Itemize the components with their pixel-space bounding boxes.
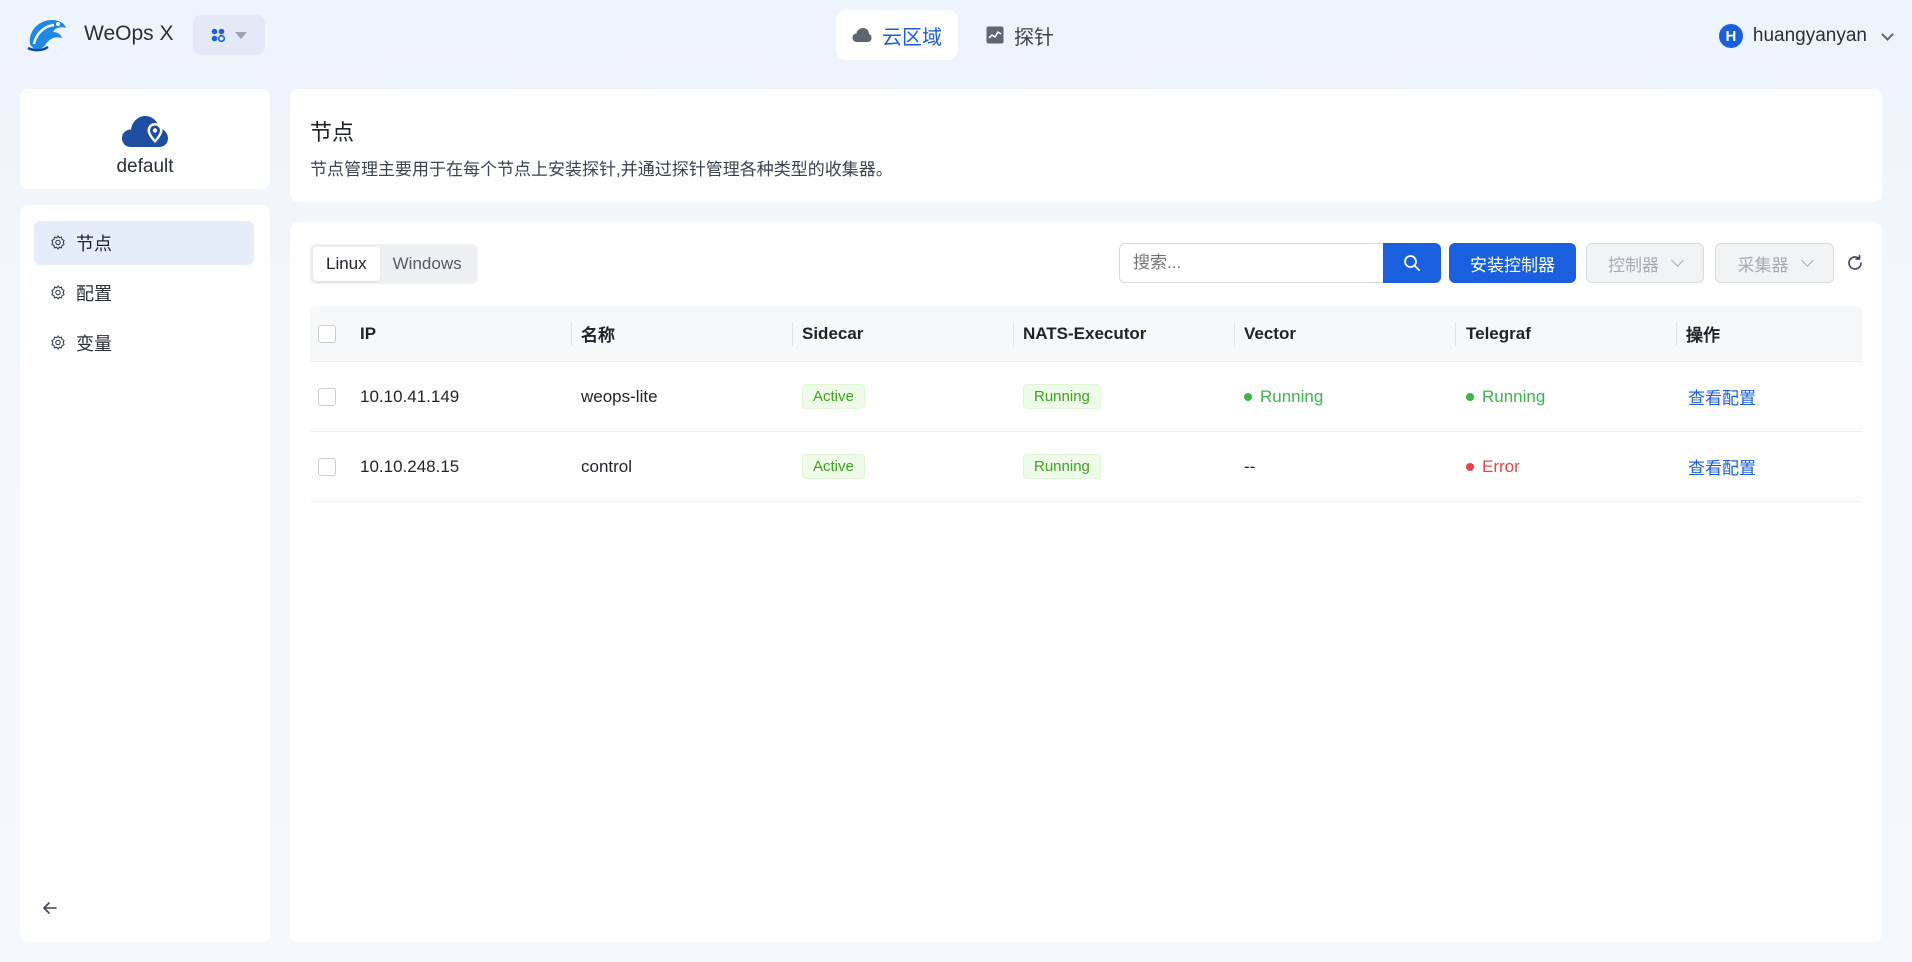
page-title: 节点: [310, 120, 355, 145]
collector-dropdown-label: 采集器: [1737, 255, 1789, 275]
page-description: 节点管理主要用于在每个节点上安装探针,并通过探针管理各种类型的收集器。: [310, 160, 893, 179]
nodes-panel: Linux Windows 安装控制器 控制器 采集器 IP 名称 Sideca…: [290, 222, 1882, 942]
cell-name: weops-lite: [581, 386, 658, 406]
page-header: 节点 节点管理主要用于在每个节点上安装探针,并通过探针管理各种类型的收集器。: [290, 89, 1882, 202]
status-badge: Active: [802, 454, 865, 479]
top-nav: 云区域 探针: [836, 10, 1070, 60]
nav-cloud-region[interactable]: 云区域: [836, 10, 958, 60]
status-text: Running: [1482, 386, 1546, 406]
app-switcher-button[interactable]: [193, 15, 265, 55]
app-title: WeOps X: [84, 22, 174, 45]
install-controller-button[interactable]: 安装控制器: [1449, 243, 1576, 283]
column-header-nats-executor[interactable]: NATS-Executor: [1023, 306, 1146, 361]
avatar: H: [1718, 24, 1743, 48]
cell-ip: 10.10.41.149: [360, 386, 460, 406]
column-header-telegraf[interactable]: Telegraf: [1466, 306, 1531, 361]
status-text: Running: [1260, 386, 1324, 406]
cloud-region-card: default: [20, 89, 270, 189]
cell-sidecar: Active: [802, 362, 865, 431]
status-badge: Running: [1023, 454, 1101, 479]
view-config-link[interactable]: 查看配置: [1688, 362, 1756, 431]
sidebar-item-label: 配置: [76, 284, 112, 304]
cell-ip: 10.10.248.15: [360, 456, 460, 476]
cloud-icon: [852, 28, 872, 42]
select-all-checkbox[interactable]: [318, 306, 336, 361]
status-dot: [1244, 392, 1252, 401]
controller-dropdown[interactable]: 控制器: [1586, 243, 1704, 283]
cell-nats: Running: [1023, 362, 1101, 431]
cell-telegraf: Running: [1466, 362, 1545, 431]
weops-logo-icon[interactable]: [24, 14, 68, 54]
arrow-left-icon[interactable]: [40, 898, 60, 918]
cell-vector: --: [1244, 456, 1256, 476]
search-button[interactable]: [1383, 243, 1441, 283]
cell-nats: Running: [1023, 432, 1101, 501]
nav-cloud-region-label: 云区域: [882, 26, 942, 49]
sidebar-menu: 节点 配置 变量: [20, 205, 270, 942]
chevron-down-icon: [1800, 254, 1814, 267]
gear-icon: [51, 235, 65, 250]
status-dot: [1466, 392, 1474, 401]
cell-telegraf: Error: [1466, 432, 1520, 501]
tab-linux[interactable]: Linux: [313, 247, 380, 281]
os-segmented-control: Linux Windows: [310, 244, 478, 284]
column-divider: [1013, 322, 1014, 346]
nav-probe-label: 探针: [1014, 26, 1054, 49]
column-divider: [1455, 322, 1456, 346]
cell-vector: Running: [1244, 362, 1323, 431]
status-text: Error: [1482, 456, 1520, 476]
sidebar-item-config[interactable]: 配置: [34, 271, 254, 315]
view-config-link[interactable]: 查看配置: [1688, 432, 1756, 501]
column-divider: [571, 322, 572, 346]
column-header-ip[interactable]: IP: [360, 306, 376, 361]
table-header: IP 名称 Sidecar NATS-Executor Vector Teleg…: [310, 306, 1862, 362]
search-icon: [1404, 255, 1420, 271]
column-divider: [1234, 322, 1235, 346]
chevron-down-icon: [1881, 27, 1894, 41]
gear-icon: [51, 285, 65, 300]
status-badge: Running: [1023, 384, 1101, 409]
status-badge: Active: [802, 384, 865, 409]
column-divider: [1676, 322, 1677, 346]
table-row: 10.10.41.149 weops-lite Active Running R…: [310, 362, 1862, 432]
row-checkbox[interactable]: [318, 362, 336, 431]
chevron-down-icon: [235, 31, 247, 39]
column-header-name[interactable]: 名称: [581, 306, 615, 361]
cloud-location-icon: [122, 116, 168, 147]
tab-windows[interactable]: Windows: [380, 247, 475, 281]
table-row: 10.10.248.15 control Active Running -- E…: [310, 432, 1862, 502]
apps-grid-icon: [211, 28, 225, 42]
controller-dropdown-label: 控制器: [1608, 255, 1659, 275]
user-name: huangyanyan: [1752, 25, 1867, 46]
user-menu[interactable]: H huangyanyan: [1718, 24, 1894, 48]
sidebar-item-label: 节点: [76, 234, 112, 254]
row-checkbox[interactable]: [318, 432, 336, 501]
column-divider: [792, 322, 793, 346]
collector-dropdown[interactable]: 采集器: [1715, 243, 1834, 283]
nav-probe[interactable]: 探针: [970, 10, 1070, 60]
probe-icon: [986, 26, 1004, 44]
column-header-vector[interactable]: Vector: [1244, 306, 1296, 361]
top-bar: WeOps X 云区域 探针 H huangyanyan: [0, 0, 1912, 70]
sidebar-item-nodes[interactable]: 节点: [34, 221, 254, 265]
gear-icon: [51, 335, 65, 350]
cloud-region-name: default: [116, 156, 174, 177]
search-input[interactable]: [1119, 243, 1384, 283]
column-header-actions: 操作: [1686, 326, 1720, 345]
status-dot: [1466, 462, 1474, 471]
sidebar-item-label: 变量: [76, 334, 112, 354]
chevron-down-icon: [1671, 254, 1684, 267]
sidebar-item-variables[interactable]: 变量: [34, 321, 254, 365]
column-header-sidecar[interactable]: Sidecar: [802, 306, 863, 361]
nodes-table: IP 名称 Sidecar NATS-Executor Vector Teleg…: [310, 306, 1862, 502]
cell-name: control: [581, 456, 633, 476]
refresh-icon[interactable]: [1846, 254, 1864, 272]
cell-sidecar: Active: [802, 432, 865, 501]
